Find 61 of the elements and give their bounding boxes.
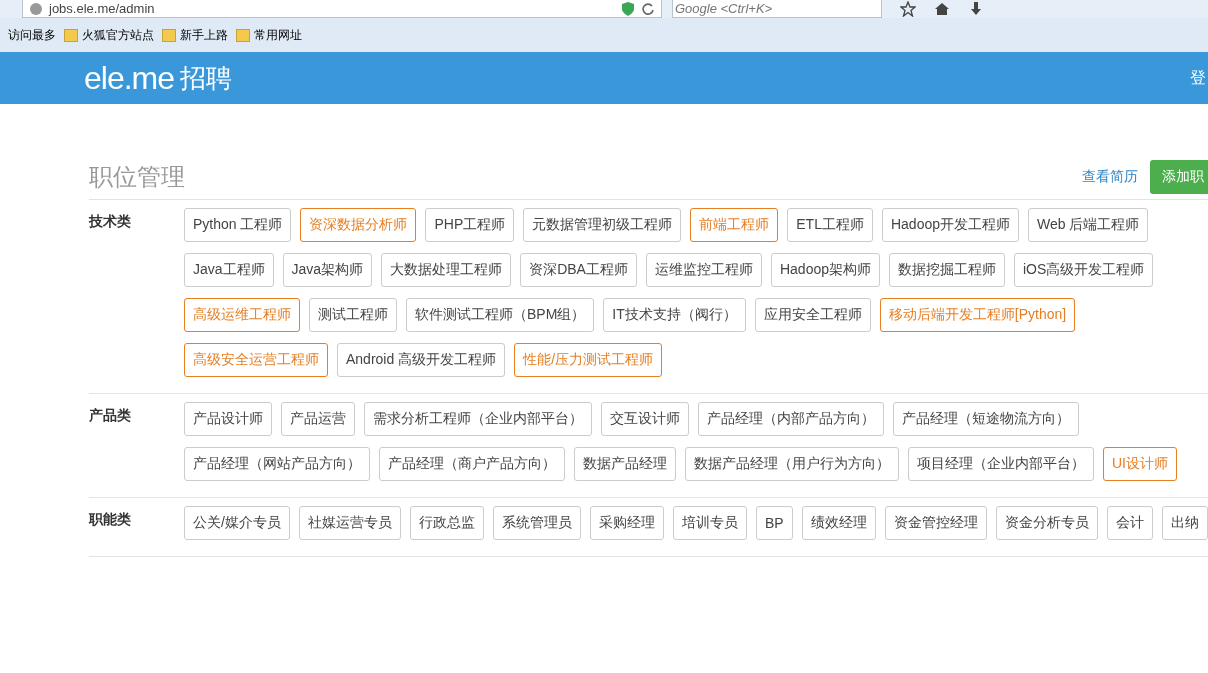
job-tag[interactable]: 培训专员 xyxy=(672,506,747,540)
globe-icon xyxy=(29,1,43,16)
job-tag[interactable]: Hadoop架构师 xyxy=(770,253,880,287)
job-tag[interactable]: IT技术支持（阀行） xyxy=(603,298,746,332)
job-tag[interactable]: Java架构师 xyxy=(282,253,373,287)
job-tag[interactable]: 采购经理 xyxy=(589,506,664,540)
page-title: 职位管理 xyxy=(89,161,186,192)
download-icon[interactable] xyxy=(968,1,984,17)
job-tag[interactable]: 社媒运营专员 xyxy=(298,506,401,540)
logo-suffix: 招聘 xyxy=(180,61,233,95)
job-tag[interactable]: Python 工程师 xyxy=(184,208,292,242)
job-tag[interactable]: Web 后端工程师 xyxy=(1028,208,1149,242)
job-tag[interactable]: 大数据处理工程师 xyxy=(381,253,512,287)
job-tag[interactable]: 出纳 xyxy=(1161,506,1208,540)
address-bar[interactable]: jobs.ele.me/admin xyxy=(22,0,662,18)
job-tag[interactable]: 元数据管理初级工程师 xyxy=(523,208,682,242)
job-tag[interactable]: 软件测试工程师（BPM组） xyxy=(406,298,595,332)
job-tag[interactable]: 资金分析专员 xyxy=(995,506,1098,540)
job-tag[interactable]: 测试工程师 xyxy=(309,298,397,332)
job-tag[interactable]: Hadoop开发工程师 xyxy=(881,208,1019,242)
bookmark-item[interactable]: 火狐官方站点 xyxy=(64,26,154,44)
job-tag[interactable]: 绩效经理 xyxy=(801,506,876,540)
star-icon[interactable] xyxy=(900,1,916,17)
job-tag[interactable]: 系统管理员 xyxy=(492,506,581,540)
category-label: 职能类 xyxy=(89,510,132,529)
job-tag[interactable]: iOS高级开发工程师 xyxy=(1014,253,1154,287)
job-tag[interactable]: 会计 xyxy=(1106,506,1153,540)
job-tag[interactable]: 公关/媒介专员 xyxy=(184,506,290,540)
job-tag[interactable]: 资金管控经理 xyxy=(884,506,987,540)
job-tag[interactable]: 产品运营 xyxy=(281,402,355,436)
bookmark-item[interactable]: 常用网址 xyxy=(236,26,302,44)
bookmark-item[interactable]: 访问最多 xyxy=(8,26,56,44)
view-resumes-link[interactable]: 查看简历 xyxy=(1082,167,1138,186)
job-tag[interactable]: 需求分析工程师（企业内部平台） xyxy=(364,402,592,436)
job-tag[interactable]: 数据挖掘工程师 xyxy=(889,253,1005,287)
job-tag[interactable]: 产品经理（网站产品方向） xyxy=(184,447,370,481)
job-tag[interactable]: 项目经理（企业内部平台） xyxy=(908,447,1094,481)
category-label: 产品类 xyxy=(89,406,132,425)
url-text: jobs.ele.me/admin xyxy=(49,1,156,16)
job-tag[interactable]: 产品经理（内部产品方向） xyxy=(698,402,884,436)
job-tag[interactable]: 数据产品经理 xyxy=(574,447,676,481)
job-tag[interactable]: 运维监控工程师 xyxy=(645,253,762,287)
job-tag[interactable]: 资深DBA工程师 xyxy=(520,253,637,287)
category-label: 技术类 xyxy=(89,212,132,231)
job-tag[interactable]: 行政总监 xyxy=(409,506,484,540)
shield-icon xyxy=(621,0,635,17)
job-tag[interactable]: 数据产品经理（用户行为方向） xyxy=(685,447,899,481)
job-tag[interactable]: 应用安全工程师 xyxy=(754,298,871,332)
job-tag[interactable]: 交互设计师 xyxy=(601,402,689,436)
job-tag[interactable]: ETL工程师 xyxy=(787,208,873,242)
search-field[interactable]: Google <Ctrl+K> xyxy=(672,0,882,18)
job-tag[interactable]: Android 高级开发工程师 xyxy=(337,343,506,377)
job-tag[interactable]: 产品经理（商户产品方向） xyxy=(379,447,565,481)
job-tag[interactable]: Java工程师 xyxy=(184,253,274,287)
bookmark-item[interactable]: 新手上路 xyxy=(162,26,228,44)
job-tag[interactable]: 产品经理（短途物流方向） xyxy=(893,402,1079,436)
job-tag[interactable]: BP xyxy=(755,506,793,540)
home-icon[interactable] xyxy=(934,1,950,17)
reload-icon[interactable] xyxy=(641,1,655,16)
job-tag[interactable]: PHP工程师 xyxy=(425,208,515,242)
job-tag[interactable]: 产品设计师 xyxy=(184,402,272,436)
